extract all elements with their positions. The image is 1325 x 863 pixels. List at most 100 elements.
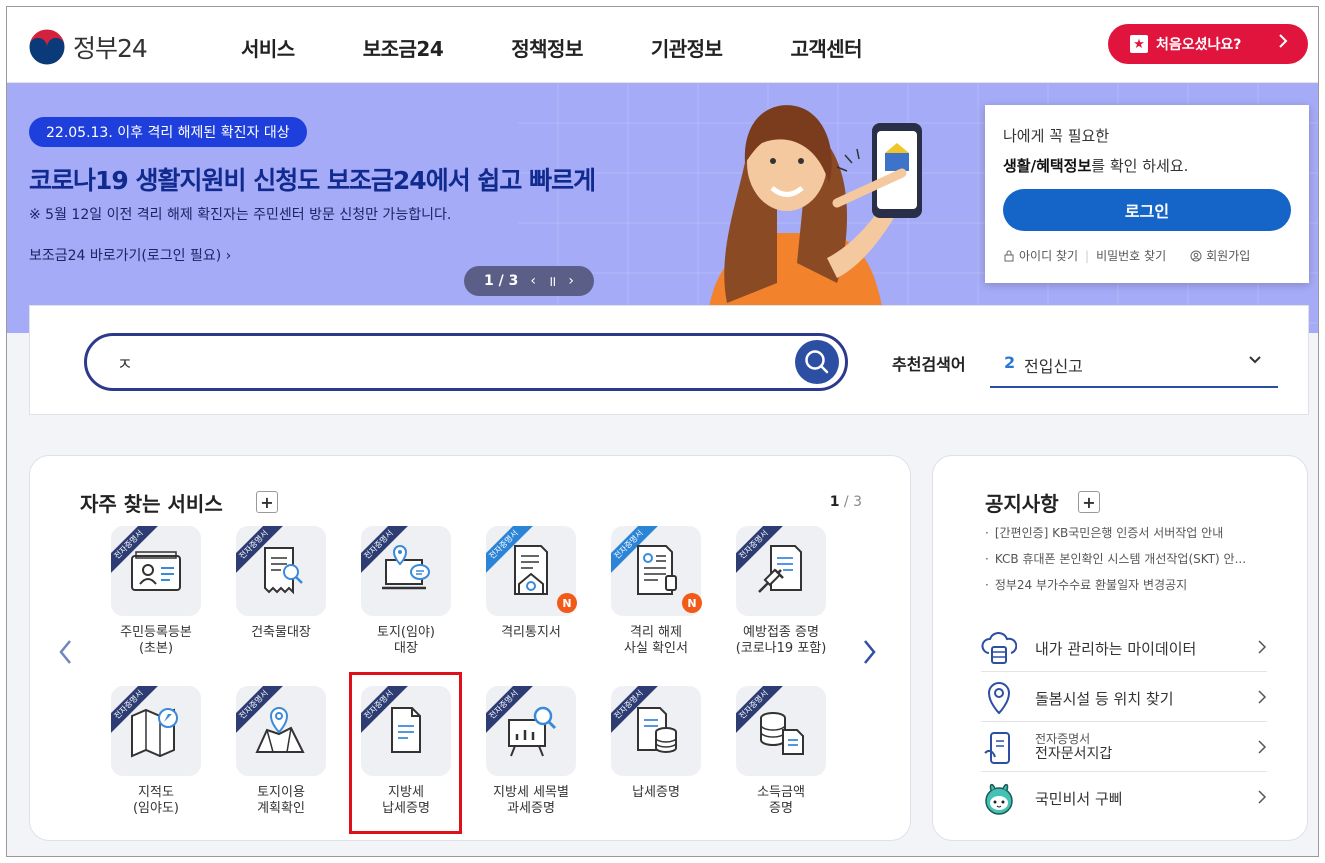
nav-customer-center[interactable]: 고객센터 — [790, 33, 862, 62]
chevron-right-icon — [1258, 790, 1267, 804]
service-name: 납세증명 — [632, 785, 680, 800]
recommend-label: 추천검색어 — [892, 355, 966, 374]
prev-arrow-icon[interactable] — [58, 639, 74, 665]
taegeuk-logo-icon — [28, 28, 66, 66]
notice-item[interactable]: [간편인증] KB국민은행 인증서 서버작업 안내 — [985, 524, 1246, 550]
service-tile: 전자증명서 — [111, 526, 201, 616]
find-password-link[interactable]: 비밀번호 찾기 — [1096, 247, 1166, 264]
service-land-register[interactable]: 전자증명서 토지(임야) 대장 — [346, 526, 466, 676]
find-id-link[interactable]: 아이디 찾기 — [1003, 247, 1078, 264]
id-card-icon — [131, 551, 181, 591]
nav-policy[interactable]: 정책정보 — [511, 33, 583, 62]
recommend-keyword-dropdown[interactable]: 2 전입신고 — [990, 336, 1278, 388]
login-prompt-line2: 생활/혜택정보를 확인 하세요. — [1003, 155, 1291, 176]
notice-more-button[interactable]: + — [1078, 491, 1100, 513]
frequent-page-current: 1 — [829, 494, 840, 510]
document-search-icon — [264, 547, 303, 595]
chart-board-search-icon — [508, 706, 557, 757]
frequent-more-button[interactable]: + — [256, 491, 278, 513]
nav-subsidy24[interactable]: 보조금24 — [363, 33, 444, 62]
prev-slide-button[interactable]: ‹ — [530, 273, 536, 289]
login-card: 나에게 꼭 필요한 생활/혜택정보를 확인 하세요. 로그인 아이디 찾기 | … — [985, 105, 1309, 283]
gubbi-mascot-icon — [985, 783, 1013, 815]
service-land-use-plan[interactable]: 전자증명서 토지이용 계획확인 — [221, 686, 341, 836]
service-name: 예방접종 증명 (코로나19 포함) — [735, 625, 827, 656]
banner-subtitle: ※ 5월 12일 이전 격리 해제 확진자는 주민센터 방문 신청만 가능합니다… — [29, 207, 452, 223]
nav-agency[interactable]: 기관정보 — [651, 33, 723, 62]
main-nav: 서비스 보조금24 정책정보 기관정보 고객센터 — [241, 33, 930, 62]
chevron-right-icon: › — [225, 248, 232, 264]
frequent-pager: 1 / 3 — [830, 494, 862, 510]
quick-link-gubbi[interactable]: 국민비서 구삐 — [981, 772, 1267, 822]
search-button[interactable] — [795, 340, 839, 384]
signup-link[interactable]: 회원가입 — [1190, 247, 1250, 264]
service-tile: 전자증명서 — [361, 526, 451, 616]
search-input[interactable] — [117, 350, 767, 374]
banner-tag: 22.05.13. 이후 격리 해제된 확진자 대상 — [29, 117, 307, 147]
chevron-right-icon — [1279, 34, 1288, 48]
frequent-services-panel: 자주 찾는 서비스 + 1 / 3 전자증명서 주민등록등본 (초본) 전자증명서… — [29, 455, 911, 841]
woman-with-phone-illustration — [707, 105, 922, 333]
new-badge: N — [557, 593, 577, 613]
quick-link-main-label: 전자문서지갑 — [1035, 746, 1113, 762]
quick-link-mydata[interactable]: 내가 관리하는 마이데이터 — [981, 622, 1267, 672]
notice-item[interactable]: KCB 휴대폰 본인확인 시스템 개선작업(SKT) 안... — [985, 550, 1246, 576]
star-icon: ★ — [1130, 35, 1148, 53]
service-cadastral-map[interactable]: 전자증명서 지적도 (임야도) — [96, 686, 216, 836]
laptop-location-icon — [382, 545, 430, 590]
document-stamp-icon — [637, 545, 677, 595]
nav-services[interactable]: 서비스 — [241, 33, 295, 62]
chevron-down-icon — [1249, 356, 1261, 364]
banner-link[interactable]: 보조금24 바로가기(로그인 필요) › — [29, 245, 231, 265]
service-tax-payment-certificate[interactable]: 전자증명서 납세증명 — [596, 686, 716, 836]
chevron-right-icon — [1258, 740, 1267, 754]
map-compass-icon — [131, 708, 178, 758]
service-tile: 전자증명서 — [236, 526, 326, 616]
quick-link-label: 전자증명서 전자문서지갑 — [1035, 732, 1112, 762]
login-links: 아이디 찾기 | 비밀번호 찾기 회원가입 — [1003, 247, 1291, 264]
banner-pager: 1 / 3 ‹ ॥ › — [464, 266, 594, 296]
house-document-icon — [514, 545, 548, 595]
service-tile: 전자증명서 — [611, 686, 701, 776]
recommend-rank: 2 — [1004, 353, 1016, 372]
site-logo[interactable]: 정부24 — [27, 27, 148, 67]
frequent-page-total: / 3 — [843, 494, 862, 510]
service-building-register[interactable]: 전자증명서 건축물대장 — [221, 526, 341, 676]
service-income-certificate[interactable]: 전자증명서 소득금액 증명 — [721, 686, 841, 836]
service-local-tax-item-certificate[interactable]: 전자증명서 지방세 세목별 과세증명 — [471, 686, 591, 836]
phone-document-icon — [984, 732, 1010, 764]
service-name: 지방세 세목별 과세증명 — [493, 785, 569, 816]
search-icon — [805, 350, 829, 374]
service-quarantine-notice[interactable]: 전자증명서 N 격리통지서 — [471, 526, 591, 676]
logo-text: 정부24 — [73, 34, 148, 63]
location-pin-icon — [987, 682, 1011, 715]
quick-link-e-document-wallet[interactable]: 전자증명서 전자문서지갑 — [981, 722, 1267, 772]
notice-panel: 공지사항 + [간편인증] KB국민은행 인증서 서버작업 안내 KCB 휴대폰… — [932, 455, 1308, 841]
next-slide-button[interactable]: › — [568, 273, 574, 289]
selected-service-highlight — [349, 672, 462, 834]
recommend-keyword: 전입신고 — [1024, 357, 1083, 376]
coins-document-icon — [760, 712, 804, 755]
quick-link-label: 돌봄시설 등 위치 찾기 — [1035, 690, 1174, 708]
pause-button[interactable]: ॥ — [548, 272, 556, 291]
banner-title: 코로나19 생활지원비 신청도 보조금24에서 쉽고 빠르게 — [29, 166, 596, 195]
notice-item[interactable]: 정부24 부가수수료 환불일자 변경공지 — [985, 576, 1246, 602]
header: 정부24 서비스 보조금24 정책정보 기관정보 고객센터 ★ 처음오셨나요? — [7, 7, 1318, 83]
new-badge: N — [682, 593, 702, 613]
service-vaccination-certificate[interactable]: 전자증명서 예방접종 증명 (코로나19 포함) — [721, 526, 841, 676]
first-visit-button[interactable]: ★ 처음오셨나요? — [1108, 24, 1308, 64]
service-name: 주민등록등본 (초본) — [120, 625, 192, 656]
service-quarantine-release[interactable]: 전자증명서 N 격리 해제 사실 확인서 — [596, 526, 716, 676]
user-circle-icon — [1190, 250, 1202, 261]
service-name: 토지(임야) 대장 — [377, 625, 435, 656]
frequent-services-title: 자주 찾는 서비스 — [80, 492, 223, 516]
first-visit-label: 처음오셨나요? — [1156, 37, 1242, 53]
service-tile: 전자증명서 — [111, 686, 201, 776]
map-pin-icon — [255, 707, 305, 753]
find-id-label: 아이디 찾기 — [1019, 249, 1079, 263]
cloud-database-icon — [981, 632, 1017, 664]
service-resident-registration[interactable]: 전자증명서 주민등록등본 (초본) — [96, 526, 216, 676]
quick-link-care-facility[interactable]: 돌봄시설 등 위치 찾기 — [981, 672, 1267, 722]
login-button[interactable]: 로그인 — [1003, 189, 1291, 231]
next-arrow-icon[interactable] — [861, 639, 877, 665]
